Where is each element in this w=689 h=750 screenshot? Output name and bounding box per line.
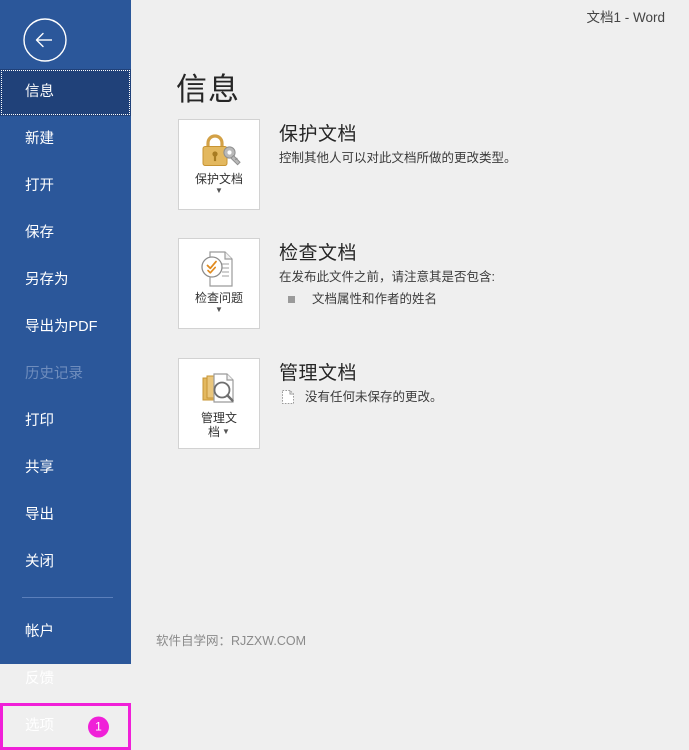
section-body: 检查文档 在发布此文件之前，请注意其是否包含: 文档属性和作者的姓名 (279, 238, 689, 309)
sidebar-item-label: 另存为 (25, 272, 69, 288)
backstage-sidebar: 信息 新建 打开 保存 另存为 导出为PDF 历史记录 打印 共享 导出 关闭 … (0, 0, 131, 750)
sidebar-item-options[interactable]: 选项 1 (0, 703, 131, 750)
sidebar-item-label: 反馈 (25, 671, 54, 687)
sidebar-item-label: 关闭 (25, 554, 54, 570)
sidebar-item-share[interactable]: 共享 (0, 445, 131, 492)
back-arrow-button[interactable] (22, 17, 68, 63)
sidebar-item-label: 选项 (25, 718, 54, 734)
document-title: 文档1 - Word (586, 10, 665, 25)
arrow-left-circle-icon (22, 17, 68, 63)
sidebar-item-export-pdf[interactable]: 导出为PDF (0, 304, 131, 351)
page-title: 信息 (176, 72, 240, 107)
backstage-main-pane: 文档1 - Word 信息 保护文档 ▼ 保护文档 控制其他人可以对此文档所做的… (131, 0, 689, 664)
sidebar-item-label: 新建 (25, 131, 54, 147)
sidebar-item-account[interactable]: 帐户 (0, 609, 131, 656)
sidebar-item-new[interactable]: 新建 (0, 116, 131, 163)
chevron-down-icon: ▼ (222, 427, 230, 436)
section-title: 检查文档 (279, 243, 358, 264)
sidebar-item-save[interactable]: 保存 (0, 210, 131, 257)
manage-document-button[interactable]: 管理文 档 ▼ (178, 358, 260, 449)
section-body: 保护文档 控制其他人可以对此文档所做的更改类型。 (279, 119, 689, 168)
note-label: 没有任何未保存的更改。 (305, 390, 443, 404)
section-description: 在发布此文件之前，请注意其是否包含: (279, 270, 495, 284)
sidebar-item-label: 帐户 (25, 624, 54, 640)
sidebar-item-history: 历史记录 (0, 351, 131, 398)
document-check-icon (179, 248, 259, 290)
sidebar-item-label: 打印 (25, 413, 54, 429)
section-description: 控制其他人可以对此文档所做的更改类型。 (279, 151, 517, 165)
sidebar-item-label: 信息 (25, 84, 54, 100)
sidebar-item-label: 历史记录 (25, 366, 83, 382)
sidebar-item-feedback[interactable]: 反馈 (0, 656, 131, 703)
tile-label: 检查问题 (194, 291, 243, 305)
check-for-issues-button[interactable]: 检查问题 ▼ (178, 238, 260, 329)
sidebar-item-label: 保存 (25, 225, 54, 241)
sidebar-item-info[interactable]: 信息 (0, 69, 131, 116)
section-title: 管理文档 (279, 363, 358, 384)
chevron-down-icon: ▼ (215, 186, 223, 195)
sidebar-item-label: 导出 (25, 507, 54, 523)
tile-label: 保护文档 (194, 172, 243, 186)
section-body: 管理文档 没有任何未保存的更改。 (279, 358, 689, 410)
sidebar-item-label: 共享 (25, 460, 54, 476)
section-title: 保护文档 (279, 124, 358, 145)
dashed-page-icon (281, 389, 295, 410)
sidebar-item-label: 导出为PDF (25, 319, 98, 335)
sidebar-nav: 信息 新建 打开 保存 另存为 导出为PDF 历史记录 打印 共享 导出 关闭 … (0, 69, 131, 750)
tile-label: 管理文 档 ▼ (179, 411, 259, 439)
sidebar-item-label: 打开 (25, 178, 54, 194)
protect-document-button[interactable]: 保护文档 ▼ (178, 119, 260, 210)
bullet-label: 文档属性和作者的姓名 (312, 292, 438, 306)
lock-key-icon (179, 129, 259, 171)
word-backstage-info-screen: 信息 新建 打开 保存 另存为 导出为PDF 历史记录 打印 共享 导出 关闭 … (0, 0, 689, 750)
sidebar-divider (22, 597, 113, 598)
watermark-text: 软件自学网：RJZXW.COM (156, 634, 306, 648)
note-item: 没有任何未保存的更改。 (279, 388, 689, 410)
sidebar-item-export[interactable]: 导出 (0, 492, 131, 539)
documents-magnifier-icon (179, 368, 259, 410)
chevron-down-icon: ▼ (215, 305, 223, 314)
sidebar-item-save-as[interactable]: 另存为 (0, 257, 131, 304)
tile-label-line2: 档 (208, 425, 221, 439)
square-bullet-icon (288, 296, 295, 303)
bullet-item: 文档属性和作者的姓名 (279, 290, 689, 309)
sidebar-item-close[interactable]: 关闭 (0, 539, 131, 586)
step-badge: 1 (88, 716, 109, 737)
sidebar-item-print[interactable]: 打印 (0, 398, 131, 445)
tile-label-line1: 管理文 (200, 411, 237, 425)
sidebar-item-open[interactable]: 打开 (0, 163, 131, 210)
